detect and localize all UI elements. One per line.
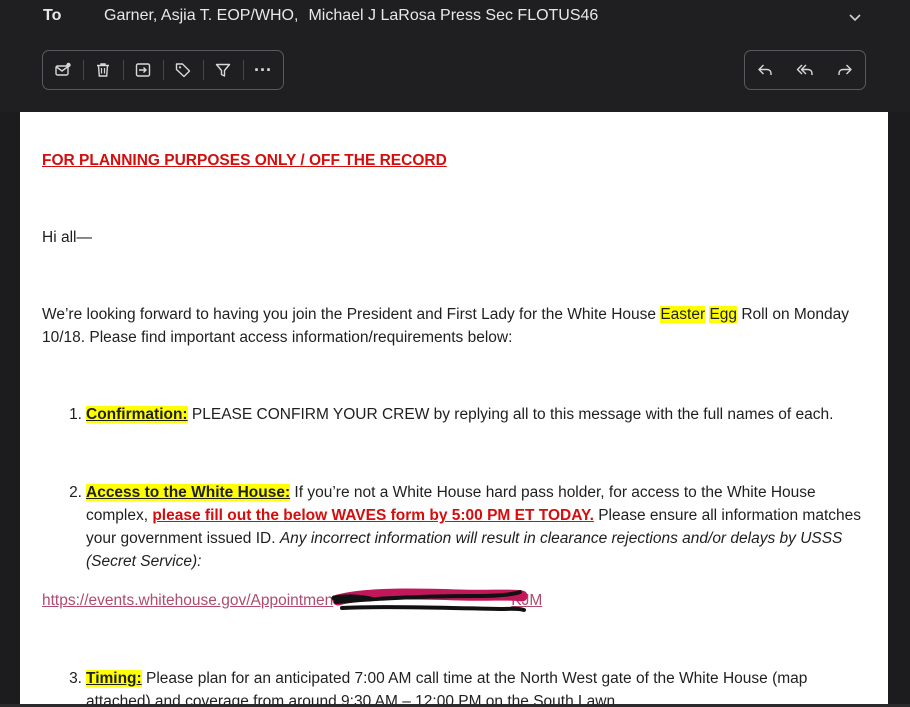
highlight-egg: Egg <box>709 306 738 323</box>
message-actions-toolbar: ··· <box>42 50 284 90</box>
reply-button[interactable] <box>745 51 785 89</box>
planning-heading: FOR PLANNING PURPOSES ONLY / OFF THE REC… <box>42 152 447 169</box>
filter-icon <box>215 63 231 77</box>
intro-paragraph-line2: 10/18. Please find important access info… <box>42 329 513 346</box>
email-body: FOR PLANNING PURPOSES ONLY / OFF THE REC… <box>20 112 888 707</box>
recipient[interactable]: Michael J LaRosa Press Sec FLOTUS46 <box>308 7 598 24</box>
trash-icon <box>97 63 109 77</box>
waves-deadline-link[interactable]: please fill out the below WAVES form by … <box>152 507 594 524</box>
link-text[interactable]: https://events.whitehouse.gov/Appointmen <box>42 592 333 609</box>
intro-paragraph: We’re looking forward to having you join… <box>42 303 849 326</box>
tag-button[interactable] <box>163 51 203 89</box>
mark-unread-icon <box>55 62 71 76</box>
item-italic-text: Any incorrect information will result in… <box>279 530 843 547</box>
forward-icon <box>838 64 852 75</box>
item-text: PLEASE CONFIRM YOUR CREW by replying all… <box>187 406 834 423</box>
item-text: Please ensure all information matches <box>593 507 861 524</box>
list-item: Confirmation: PLEASE CONFIRM YOUR CREW b… <box>86 403 833 426</box>
reply-all-button[interactable] <box>785 51 825 89</box>
recipient[interactable]: Garner, Asjia T. EOP/WHO, <box>104 7 298 24</box>
toolbar-divider <box>203 60 204 80</box>
reply-toolbar <box>744 50 866 90</box>
item-italic-text: (Secret Service): <box>86 553 202 570</box>
list-item-line: your government issued ID. Any incorrect… <box>86 527 842 550</box>
item-text: If you’re not a White House hard pass ho… <box>290 484 816 501</box>
chevron-down-icon[interactable] <box>847 9 863 25</box>
email-header: To Garner, Asjia T. EOP/WHO, Michael J La… <box>0 0 910 112</box>
toolbar-divider <box>163 60 164 80</box>
more-actions-button[interactable]: ··· <box>243 51 283 89</box>
to-label: To <box>43 7 62 24</box>
reply-icon <box>758 64 772 75</box>
toolbar-divider <box>83 60 84 80</box>
forward-button[interactable] <box>825 51 865 89</box>
list-number: 2. <box>69 484 82 501</box>
confirmation-label: Confirmation: <box>86 406 188 423</box>
mark-unread-button[interactable] <box>43 51 83 89</box>
move-to-icon <box>135 63 151 77</box>
access-label: Access to the White House: <box>86 484 291 501</box>
item-text: your government issued ID. <box>86 530 280 547</box>
recipients-list[interactable]: Garner, Asjia T. EOP/WHO, Michael J LaRos… <box>104 7 598 25</box>
list-item-line: complex, please fill out the below WAVES… <box>86 504 861 527</box>
delete-button[interactable] <box>83 51 123 89</box>
timing-label: Timing: <box>86 670 142 687</box>
intro-text: We’re looking forward to having you join… <box>42 306 661 323</box>
intro-text: Roll on Monday <box>737 306 850 323</box>
tag-icon <box>175 63 191 78</box>
greeting: Hi all— <box>42 229 92 246</box>
toolbar-divider <box>243 60 244 80</box>
filter-button[interactable] <box>203 51 243 89</box>
list-item: Access to the White House: If you’re not… <box>86 481 816 504</box>
item-text: complex, <box>86 507 153 524</box>
list-number: 3. <box>69 670 82 687</box>
list-item: Timing: Please plan for an anticipated 7… <box>86 667 807 690</box>
reply-all-icon <box>796 64 813 75</box>
redaction-scribble <box>331 588 528 612</box>
toolbar-divider <box>123 60 124 80</box>
more-icon: ··· <box>254 59 272 80</box>
item-text: Please plan for an anticipated 7:00 AM c… <box>141 670 808 687</box>
move-button[interactable] <box>123 51 163 89</box>
highlight-easter: Easter <box>660 306 706 323</box>
list-number: 1. <box>69 406 82 423</box>
